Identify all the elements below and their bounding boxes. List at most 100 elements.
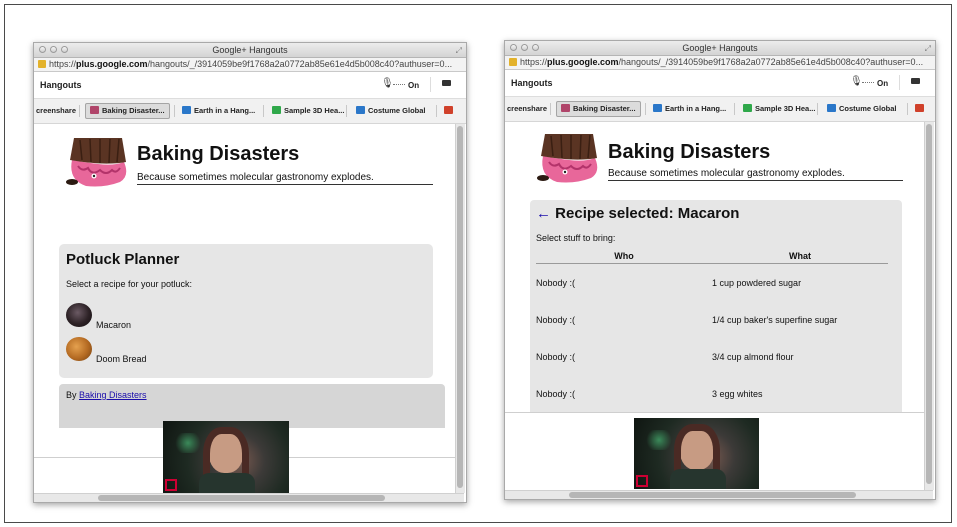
- tab-baking-disasters[interactable]: Baking Disaster...: [556, 101, 641, 117]
- table-row[interactable]: Nobody :( 1/4 cup baker's superfine suga…: [536, 301, 888, 338]
- planner-heading: Potluck Planner: [66, 251, 180, 268]
- zoom-window-button[interactable]: [532, 44, 539, 51]
- scroll-thumb[interactable]: [98, 495, 385, 501]
- planner-prompt: Select a recipe for your potluck:: [66, 279, 193, 289]
- window-title: Google+ Hangouts: [682, 43, 758, 53]
- baking-disasters-link[interactable]: Baking Disasters: [79, 390, 147, 400]
- vertical-scrollbar[interactable]: [455, 124, 465, 493]
- recipe-name: Macaron: [96, 320, 132, 330]
- site-tagline: Because sometimes molecular gastronomy e…: [608, 168, 903, 181]
- resize-icon[interactable]: ⤢: [925, 42, 931, 56]
- app-tab-bar: creenshare Baking Disaster... Earth in a…: [505, 97, 935, 122]
- what-cell: 1 cup powdered sugar: [712, 277, 802, 288]
- mic-status[interactable]: On: [877, 79, 888, 88]
- url-scheme: https://: [520, 57, 548, 67]
- lock-icon: [509, 58, 517, 66]
- microphone-icon[interactable]: 🎙: [381, 78, 394, 89]
- recipe-heading-text: Recipe selected: Macaron: [555, 205, 740, 222]
- tab-more[interactable]: [911, 102, 931, 116]
- browser-window-left: Google+ Hangouts ⤢ https://plus.google.c…: [33, 42, 467, 503]
- mic-status[interactable]: On: [408, 81, 419, 90]
- app-content: Baking Disasters Because sometimes molec…: [505, 122, 924, 412]
- earth-icon: [182, 106, 191, 114]
- vertical-scrollbar[interactable]: [924, 122, 934, 490]
- cookie-icon: [66, 337, 92, 361]
- costume-icon: [827, 104, 836, 112]
- tab-earth[interactable]: Earth in a Hang...: [178, 104, 259, 118]
- recipe-option-doom-bread[interactable]: Doom Bread: [66, 337, 216, 367]
- column-header-who: Who: [536, 249, 712, 264]
- address-bar[interactable]: https://plus.google.com/hangouts/_/39140…: [505, 56, 935, 70]
- horizontal-scrollbar[interactable]: [505, 490, 933, 499]
- resize-icon[interactable]: ⤢: [456, 44, 462, 58]
- minimize-window-button[interactable]: [50, 46, 57, 53]
- who-cell[interactable]: Nobody :(: [536, 301, 712, 338]
- tab-sample-3d[interactable]: Sample 3D Hea...: [739, 102, 819, 116]
- window-title: Google+ Hangouts: [212, 45, 288, 55]
- close-window-button[interactable]: [510, 44, 517, 51]
- scroll-thumb[interactable]: [926, 124, 932, 484]
- tab-divider: [263, 105, 264, 117]
- mic-level-indicator: [862, 82, 874, 83]
- tab-earth[interactable]: Earth in a Hang...: [649, 102, 730, 116]
- tab-label: Baking Disaster...: [573, 104, 636, 113]
- column-header-what: What: [712, 249, 888, 264]
- macaron-icon: [66, 303, 92, 327]
- tab-costume-global[interactable]: Costume Global: [352, 104, 430, 118]
- camera-icon[interactable]: [911, 78, 920, 84]
- tab-screenshare[interactable]: creenshare: [505, 102, 551, 116]
- url-host: plus.google.com: [76, 59, 148, 69]
- title-bar[interactable]: Google+ Hangouts ⤢: [34, 43, 466, 58]
- potluck-planner-panel: Potluck Planner Select a recipe for your…: [59, 244, 433, 378]
- app-content: Baking Disasters Because sometimes molec…: [34, 124, 455, 459]
- address-bar[interactable]: https://plus.google.com/hangouts/_/39140…: [34, 58, 466, 72]
- tab-label: Sample 3D Hea...: [755, 104, 816, 113]
- app-tab-bar: creenshare Baking Disaster... Earth in a…: [34, 99, 466, 124]
- title-bar[interactable]: Google+ Hangouts ⤢: [505, 41, 935, 56]
- tab-baking-disasters[interactable]: Baking Disaster...: [85, 103, 170, 119]
- table-row[interactable]: Nobody :( 3 egg whites: [536, 375, 888, 412]
- app-title: Hangouts: [40, 80, 82, 90]
- content-divider: [505, 412, 924, 413]
- tab-divider: [907, 103, 908, 115]
- zoom-window-button[interactable]: [61, 46, 68, 53]
- tab-divider: [79, 105, 80, 117]
- participant-badge: [165, 479, 177, 491]
- what-cell: 3 egg whites: [712, 388, 763, 399]
- tab-screenshare[interactable]: creenshare: [34, 104, 80, 118]
- table-row[interactable]: Nobody :( 3/4 cup almond flour: [536, 338, 888, 375]
- browser-window-right: Google+ Hangouts ⤢ https://plus.google.c…: [504, 40, 936, 500]
- toolbar-divider: [899, 75, 900, 90]
- mic-level-indicator: [393, 84, 405, 85]
- site-tagline: Because sometimes molecular gastronomy e…: [137, 172, 433, 185]
- tab-divider: [436, 105, 437, 117]
- participant-shirt: [199, 473, 255, 493]
- hangouts-toolbar: Hangouts 🎙 On: [505, 70, 935, 97]
- tab-sample-3d[interactable]: Sample 3D Hea...: [268, 104, 348, 118]
- close-window-button[interactable]: [39, 46, 46, 53]
- who-cell[interactable]: Nobody :(: [536, 264, 712, 302]
- who-cell[interactable]: Nobody :(: [536, 338, 712, 375]
- table-row[interactable]: Nobody :( 1 cup powdered sugar: [536, 264, 888, 302]
- participant-shirt: [670, 469, 726, 489]
- who-cell[interactable]: Nobody :(: [536, 375, 712, 412]
- scroll-thumb[interactable]: [457, 126, 463, 488]
- tab-divider: [645, 103, 646, 115]
- hangouts-toolbar: Hangouts 🎙 On: [34, 72, 466, 99]
- tab-costume-global[interactable]: Costume Global: [823, 102, 901, 116]
- what-cell: 1/4 cup baker's superfine sugar: [712, 314, 838, 325]
- video-feed[interactable]: [634, 418, 759, 489]
- microphone-icon[interactable]: 🎙: [850, 76, 863, 87]
- tab-divider: [734, 103, 735, 115]
- scroll-thumb[interactable]: [569, 492, 856, 498]
- horizontal-scrollbar[interactable]: [34, 493, 464, 502]
- camera-icon[interactable]: [442, 80, 451, 86]
- video-feed[interactable]: [163, 421, 289, 493]
- minimize-window-button[interactable]: [521, 44, 528, 51]
- earth-icon: [653, 104, 662, 112]
- recipe-option-macaron[interactable]: Macaron: [66, 303, 216, 333]
- tab-more[interactable]: [440, 104, 460, 118]
- attribution-text: By Baking Disasters: [66, 390, 147, 400]
- toolbar-divider: [430, 77, 431, 92]
- back-arrow-link[interactable]: ←: [536, 205, 551, 222]
